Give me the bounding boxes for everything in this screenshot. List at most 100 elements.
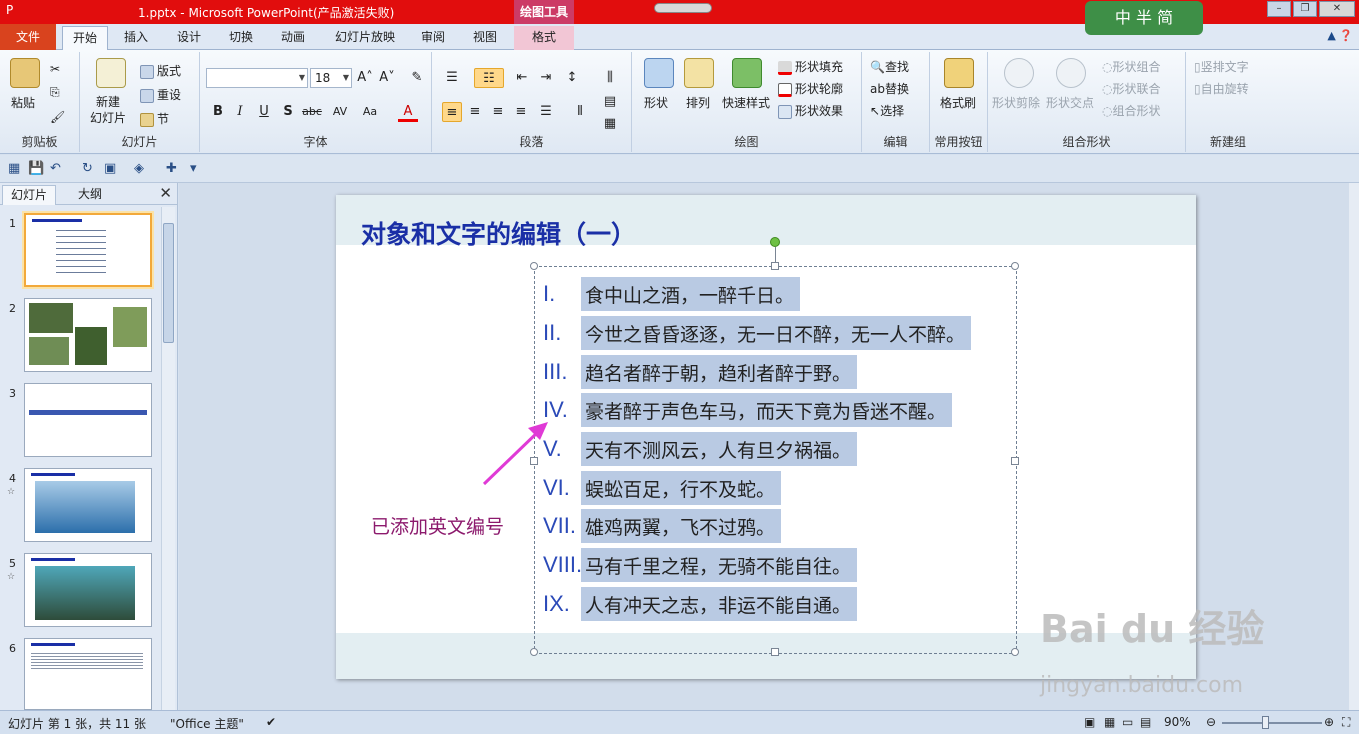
fit-slide-icon[interactable]: ⛶ [1342, 715, 1350, 730]
format-painter-icon[interactable] [944, 58, 974, 88]
section-button[interactable]: 节 [140, 110, 169, 127]
distributed-icon[interactable]: ☰ [536, 102, 556, 122]
new-slide-icon[interactable] [96, 58, 126, 88]
slideshow-view-icon[interactable]: ▤ [1140, 715, 1151, 729]
bullets-icon[interactable]: ☰ [442, 68, 462, 88]
format-painter-button[interactable]: 格式刷 [940, 94, 976, 111]
tab-slideshow[interactable]: 幻灯片放映 [325, 26, 405, 50]
tab-insert[interactable]: 插入 [115, 26, 157, 50]
tab-home[interactable]: 开始 [62, 26, 108, 50]
cut-icon[interactable]: ✂ [50, 62, 60, 76]
slideshow-icon[interactable]: ▣ [104, 161, 116, 176]
editor-scrollbar[interactable] [1349, 183, 1359, 710]
select-button[interactable]: ↖选择 [870, 102, 904, 119]
justify-icon[interactable]: ≡ [511, 102, 531, 122]
format-painter-small-icon[interactable]: 🖌 [50, 110, 65, 124]
panel-scroll-thumb[interactable] [163, 223, 174, 343]
tab-outline[interactable]: 大纲 [70, 185, 110, 205]
align-right-icon[interactable]: ≡ [488, 102, 508, 122]
font-name-combo[interactable]: ▼ [206, 68, 308, 88]
slide-thumb-1[interactable] [24, 213, 152, 287]
align-left-icon[interactable]: ≡ [442, 102, 462, 122]
shapes-button[interactable]: 形状 [644, 94, 668, 111]
copy-icon[interactable]: ⎘ [50, 85, 60, 100]
shape-cut-button[interactable]: 形状剪除 [992, 94, 1040, 111]
shrink-font-icon[interactable]: A˅ [377, 68, 397, 88]
underline-icon[interactable]: U [254, 102, 274, 122]
layout-button[interactable]: 版式 [140, 62, 181, 79]
resize-handle[interactable] [771, 262, 779, 270]
align-center-icon[interactable]: ≡ [465, 102, 485, 122]
resize-handle[interactable] [530, 648, 538, 656]
resize-handle[interactable] [1011, 648, 1019, 656]
change-case-icon[interactable]: Aa [360, 102, 380, 122]
auto-rotate-button[interactable]: ▯自由旋转 [1194, 80, 1249, 97]
shape-intersect-button[interactable]: 形状交点 [1046, 94, 1094, 111]
tab-slides[interactable]: 幻灯片 [2, 185, 57, 205]
replace-button[interactable]: ab替换 [870, 80, 909, 97]
resize-handle[interactable] [771, 648, 779, 656]
normal-view-icon[interactable]: ▣ [1084, 715, 1095, 729]
customize-qat-icon[interactable]: ▾ [190, 161, 197, 176]
shape-intersect-icon[interactable] [1056, 58, 1086, 88]
font-size-combo[interactable]: 18 ▼ [310, 68, 352, 88]
help-icon[interactable]: ▲ ❓ [1327, 29, 1353, 42]
zoom-level[interactable]: 90% [1164, 715, 1191, 729]
panel-close-icon[interactable]: ✕ [159, 184, 172, 202]
close-button[interactable]: ✕ [1319, 1, 1355, 17]
tab-transitions[interactable]: 切换 [220, 26, 262, 50]
paste-button[interactable]: 粘贴 [11, 94, 35, 111]
smartart-icon[interactable]: ▦ [600, 114, 620, 134]
zoom-slider[interactable] [1222, 722, 1322, 724]
align-quick-icon[interactable]: ✚ [166, 161, 177, 176]
shape-fill-button[interactable]: 形状填充 [778, 58, 843, 75]
reading-view-icon[interactable]: ▭ [1122, 715, 1133, 729]
shadow-icon[interactable]: S [278, 102, 298, 122]
tab-view[interactable]: 视图 [464, 26, 506, 50]
minimize-button[interactable]: – [1267, 1, 1291, 17]
text-direction-icon[interactable]: ⫼ [600, 68, 620, 88]
shape-combine-button[interactable]: ◌形状组合 [1102, 58, 1161, 75]
app-icon[interactable]: P [6, 3, 13, 17]
paste-icon[interactable] [10, 58, 40, 88]
arrange-icon[interactable] [684, 58, 714, 88]
sorter-view-icon[interactable]: ▦ [1104, 715, 1115, 729]
shape-effects-button[interactable]: 形状效果 [778, 102, 843, 119]
redo-icon[interactable]: ↻ [82, 161, 93, 176]
shape-outline-button[interactable]: 形状轮廓 [778, 80, 843, 97]
new-slide-button[interactable]: 新建 幻灯片 [90, 94, 126, 126]
resize-handle[interactable] [530, 262, 538, 270]
shape-cut-icon[interactable] [1004, 58, 1034, 88]
slide-title[interactable]: 对象和文字的编辑（一） [361, 215, 636, 251]
font-color-icon[interactable]: A [398, 102, 418, 122]
arrange-button[interactable]: 排列 [686, 94, 710, 111]
undo-icon[interactable]: ↶ [50, 161, 61, 176]
shapes-icon[interactable] [644, 58, 674, 88]
bold-icon[interactable]: B [208, 102, 228, 122]
numbering-icon[interactable]: ☷ [474, 68, 504, 88]
zoom-in-icon[interactable]: ⊕ [1324, 715, 1334, 729]
increase-indent-icon[interactable]: ⇥ [536, 68, 556, 88]
tab-animations[interactable]: 动画 [272, 26, 314, 50]
rotate-handle[interactable] [770, 237, 780, 247]
shapes-quick-icon[interactable]: ◈ [134, 161, 144, 176]
shape-union-button[interactable]: ◌形状联合 [1102, 80, 1161, 97]
panel-scrollbar[interactable] [161, 207, 175, 710]
char-spacing-icon[interactable]: AV [330, 102, 350, 122]
restore-button[interactable]: ❐ [1293, 1, 1317, 17]
strikethrough-icon[interactable]: abc [302, 102, 322, 122]
slide-thumb-5[interactable] [24, 553, 152, 627]
save-icon[interactable]: 💾 [28, 161, 44, 176]
zoom-out-icon[interactable]: ⊖ [1206, 715, 1216, 729]
quick-styles-icon[interactable] [732, 58, 762, 88]
resize-handle[interactable] [1011, 262, 1019, 270]
zoom-slider-thumb[interactable] [1262, 716, 1269, 729]
tab-design[interactable]: 设计 [168, 26, 210, 50]
italic-icon[interactable]: I [230, 102, 250, 122]
tab-review[interactable]: 审阅 [412, 26, 454, 50]
align-text-icon[interactable]: ▤ [600, 92, 620, 112]
tab-file[interactable]: 文件 [0, 24, 56, 50]
group-shapes-button[interactable]: ◌组合形状 [1102, 102, 1161, 119]
spellcheck-icon[interactable]: ✔ [266, 715, 276, 729]
line-spacing-icon[interactable]: ↕ [562, 68, 582, 88]
